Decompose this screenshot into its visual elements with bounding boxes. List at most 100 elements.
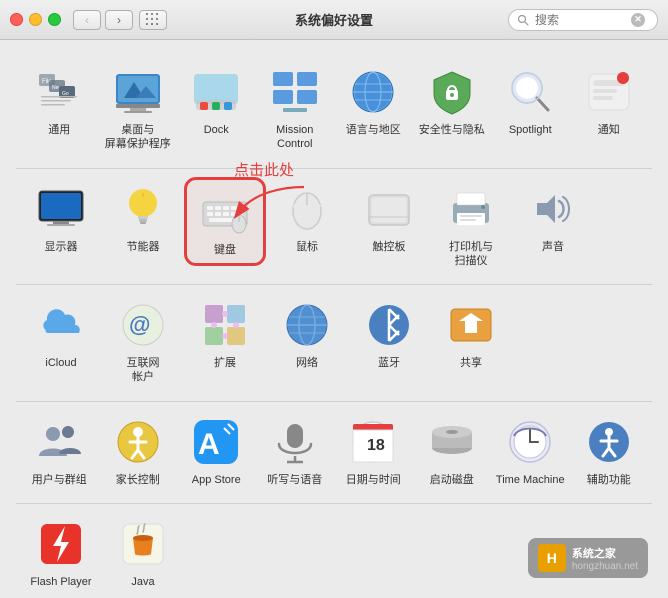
appstore-icon: A bbox=[190, 416, 242, 468]
pref-language[interactable]: 语言与地区 bbox=[334, 60, 413, 143]
flashplayer-icon bbox=[35, 518, 87, 570]
pref-icloud[interactable]: iCloud bbox=[20, 293, 102, 376]
pref-accessibility[interactable]: 辅助功能 bbox=[570, 410, 649, 493]
pref-desktop[interactable]: 桌面与屏幕保护程序 bbox=[99, 60, 178, 158]
keyboard-label: 键盘 bbox=[214, 243, 236, 257]
trackpad-icon bbox=[363, 183, 415, 235]
pref-spotlight[interactable]: Spotlight bbox=[491, 60, 570, 143]
pref-mission-control[interactable]: MissionControl bbox=[256, 60, 335, 158]
pref-mouse[interactable]: 鼠标 bbox=[266, 177, 348, 260]
pref-datetime[interactable]: 18 日期与时间 bbox=[334, 410, 413, 493]
display-icon bbox=[35, 183, 87, 235]
watermark-url: hongzhuan.net bbox=[572, 561, 638, 572]
watermark: H 系统之家 hongzhuan.net bbox=[528, 538, 648, 578]
search-bar[interactable]: ✕ bbox=[508, 9, 658, 31]
grid-view-button[interactable] bbox=[139, 10, 167, 30]
energy-icon bbox=[117, 183, 169, 235]
pref-notifications[interactable]: 通知 bbox=[570, 60, 649, 143]
pref-sharing[interactable]: 共享 bbox=[430, 293, 512, 376]
internet-icon: @ bbox=[117, 299, 169, 351]
pref-bluetooth[interactable]: 蓝牙 bbox=[348, 293, 430, 376]
svg-text:@: @ bbox=[129, 312, 150, 337]
java-icon bbox=[117, 518, 169, 570]
pref-parental[interactable]: 家长控制 bbox=[99, 410, 178, 493]
minimize-button[interactable] bbox=[29, 13, 42, 26]
nav-buttons: ‹ › bbox=[73, 10, 133, 30]
dock-icon bbox=[190, 66, 242, 118]
network-icon bbox=[281, 299, 333, 351]
forward-button[interactable]: › bbox=[105, 10, 133, 30]
datetime-icon: 18 bbox=[347, 416, 399, 468]
back-button[interactable]: ‹ bbox=[73, 10, 101, 30]
pref-sound[interactable]: 声音 bbox=[512, 177, 594, 260]
traffic-lights bbox=[10, 13, 61, 26]
pref-flashplayer[interactable]: Flash Player bbox=[20, 512, 102, 595]
parental-label: 家长控制 bbox=[116, 473, 160, 487]
pref-extensions[interactable]: 扩展 bbox=[184, 293, 266, 376]
mouse-icon bbox=[281, 183, 333, 235]
desktop-icon bbox=[112, 66, 164, 118]
pref-display[interactable]: 显示器 bbox=[20, 177, 102, 260]
section-row-internet: iCloud @ 互联网帐户 bbox=[16, 284, 652, 401]
pref-java[interactable]: Java bbox=[102, 512, 184, 595]
pref-energy[interactable]: 节能器 bbox=[102, 177, 184, 260]
pref-security[interactable]: 安全性与隐私 bbox=[413, 60, 492, 143]
pref-internet[interactable]: @ 互联网帐户 bbox=[102, 293, 184, 391]
sound-label: 声音 bbox=[542, 240, 564, 254]
pref-general[interactable]: File New Go 通用 bbox=[20, 60, 99, 143]
search-clear-button[interactable]: ✕ bbox=[631, 13, 645, 27]
timemachine-label: Time Machine bbox=[496, 473, 565, 487]
section-row-hardware: 点击此处 显示器 bbox=[16, 168, 652, 285]
language-label: 语言与地区 bbox=[346, 123, 401, 137]
pref-dock[interactable]: Dock bbox=[177, 60, 256, 143]
language-icon bbox=[347, 66, 399, 118]
notifications-label: 通知 bbox=[598, 123, 620, 137]
maximize-button[interactable] bbox=[48, 13, 61, 26]
watermark-text: 系统之家 hongzhuan.net bbox=[572, 545, 638, 572]
pref-network[interactable]: 网络 bbox=[266, 293, 348, 376]
dock-label: Dock bbox=[204, 123, 229, 137]
printer-icon bbox=[445, 183, 497, 235]
dictation-label: 听写与语音 bbox=[267, 473, 322, 487]
extensions-icon bbox=[199, 299, 251, 351]
network-label: 网络 bbox=[296, 356, 318, 370]
pref-dictation[interactable]: 听写与语音 bbox=[256, 410, 335, 493]
appstore-label: App Store bbox=[192, 473, 241, 487]
pref-timemachine[interactable]: Time Machine bbox=[491, 410, 570, 493]
general-label: 通用 bbox=[48, 123, 70, 137]
mission-control-icon bbox=[269, 66, 321, 118]
general-icon: File New Go bbox=[33, 66, 85, 118]
pref-keyboard[interactable]: 键盘 bbox=[184, 177, 266, 266]
forward-icon: › bbox=[117, 13, 121, 27]
search-input[interactable] bbox=[535, 13, 625, 27]
back-icon: ‹ bbox=[85, 13, 89, 27]
bluetooth-label: 蓝牙 bbox=[378, 356, 400, 370]
pref-printer[interactable]: 打印机与扫描仪 bbox=[430, 177, 512, 275]
mouse-label: 鼠标 bbox=[296, 240, 318, 254]
svg-text:18: 18 bbox=[367, 437, 385, 454]
window-title: 系统偏好设置 bbox=[295, 10, 373, 29]
internet-label: 互联网帐户 bbox=[127, 356, 160, 385]
datetime-label: 日期与时间 bbox=[346, 473, 401, 487]
startup-label: 启动磁盘 bbox=[430, 473, 474, 487]
watermark-site: 系统之家 bbox=[572, 545, 638, 561]
accessibility-label: 辅助功能 bbox=[587, 473, 631, 487]
display-label: 显示器 bbox=[45, 240, 78, 254]
spotlight-label: Spotlight bbox=[509, 123, 552, 137]
preferences-grid: File New Go 通用 bbox=[0, 40, 668, 598]
section-row-personal: File New Go 通用 bbox=[16, 52, 652, 168]
users-icon bbox=[33, 416, 85, 468]
pref-users[interactable]: 用户与群组 bbox=[20, 410, 99, 493]
pref-startup[interactable]: 启动磁盘 bbox=[413, 410, 492, 493]
notifications-icon bbox=[583, 66, 635, 118]
pref-trackpad[interactable]: 触控板 bbox=[348, 177, 430, 260]
close-button[interactable] bbox=[10, 13, 23, 26]
icloud-label: iCloud bbox=[45, 356, 76, 370]
timemachine-icon bbox=[504, 416, 556, 468]
trackpad-label: 触控板 bbox=[373, 240, 406, 254]
keyboard-icon bbox=[199, 186, 251, 238]
dictation-icon bbox=[269, 416, 321, 468]
sharing-label: 共享 bbox=[460, 356, 482, 370]
extensions-label: 扩展 bbox=[214, 356, 236, 370]
pref-appstore[interactable]: A App Store bbox=[177, 410, 256, 493]
